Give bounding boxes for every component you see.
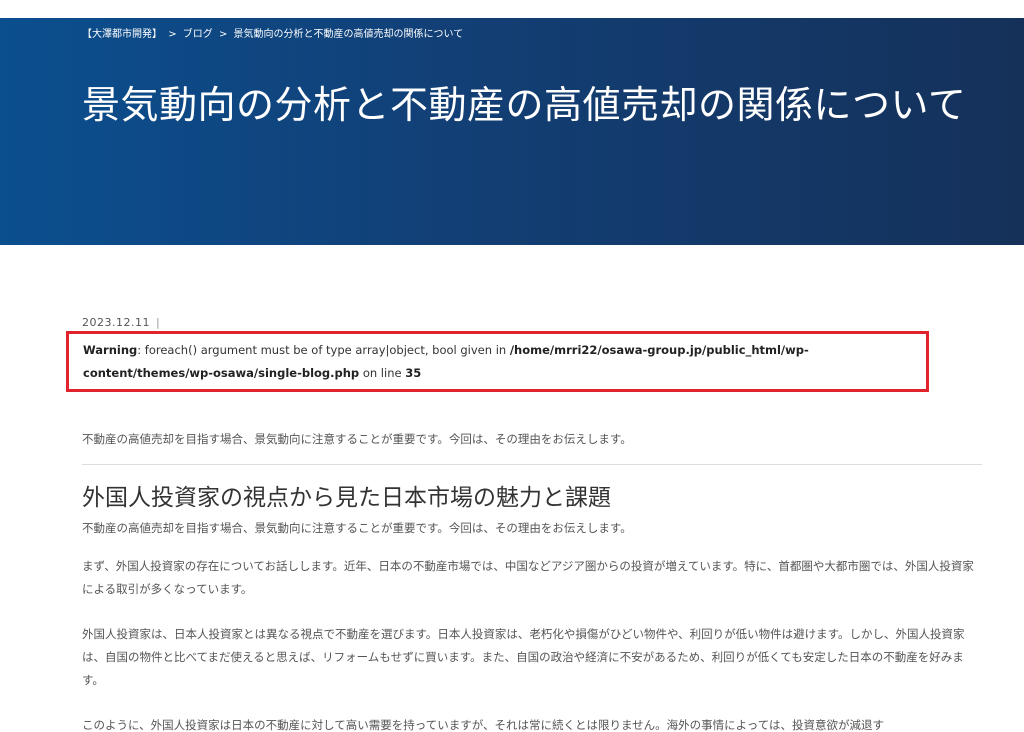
article-paragraph: 外国人投資家は、日本人投資家とは異なる視点で不動産を選びます。日本人投資家は、老…: [82, 627, 965, 687]
breadcrumb-separator: >: [168, 29, 177, 40]
section-divider: [82, 464, 982, 465]
page-title: 景気動向の分析と不動産の高値売却の関係について: [82, 83, 967, 127]
article-paragraph: このように、外国人投資家は日本の不動産に対して高い需要を持っていますが、それは常…: [82, 718, 885, 732]
breadcrumb-current: 景気動向の分析と不動産の高値売却の関係について: [233, 29, 464, 40]
php-warning-box: Warning: foreach() argument must be of t…: [66, 331, 929, 392]
meta-separator: |: [155, 316, 161, 329]
section-lead: 不動産の高値売却を目指す場合、景気動向に注意することが重要です。今回は、その理由…: [82, 521, 632, 535]
post-meta: 2023.12.11 |: [82, 316, 160, 329]
breadcrumb-blog-link[interactable]: ブログ: [183, 29, 213, 40]
breadcrumb: 【大澤都市開発】 > ブログ > 景気動向の分析と不動産の高値売却の関係について: [82, 25, 463, 40]
warning-line-number: 35: [405, 366, 422, 380]
section-heading: 外国人投資家の視点から見た日本市場の魅力と課題: [82, 485, 611, 511]
breadcrumb-separator: >: [218, 29, 228, 40]
breadcrumb-home-link[interactable]: 【大澤都市開発】: [82, 29, 162, 40]
warning-line-text: on line: [359, 366, 406, 380]
warning-message: : foreach() argument must be of type arr…: [137, 343, 510, 357]
hero-banner: 【大澤都市開発】 > ブログ > 景気動向の分析と不動産の高値売却の関係について…: [0, 18, 1024, 245]
article-intro: 不動産の高値売却を目指す場合、景気動向に注意することが重要です。今回は、その理由…: [82, 432, 632, 446]
warning-label: Warning: [83, 343, 138, 357]
post-date: 2023.12.11: [82, 316, 150, 329]
article-paragraph: まず、外国人投資家の存在についてお話しします。近年、日本の不動産市場では、中国な…: [82, 559, 974, 596]
